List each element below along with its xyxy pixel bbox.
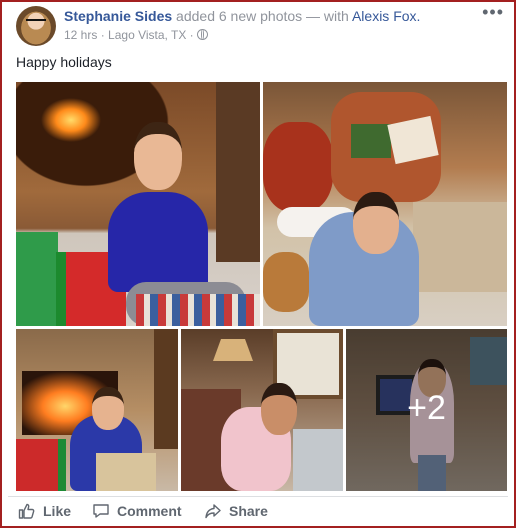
action-bar: Like Comment Share xyxy=(2,500,514,524)
more-photos-count: +2 xyxy=(407,389,446,427)
photo-1[interactable] xyxy=(16,82,260,326)
comment-label: Comment xyxy=(117,503,182,519)
thumbs-up-icon xyxy=(18,503,35,519)
photo-5-more[interactable]: +2 xyxy=(346,329,507,491)
share-button[interactable]: Share xyxy=(204,502,268,520)
comment-button[interactable]: Comment xyxy=(92,502,182,520)
share-icon xyxy=(205,504,221,519)
post-header: Stephanie Sides added 6 new photos — wit… xyxy=(64,8,420,24)
timestamp[interactable]: 12 hrs xyxy=(64,28,97,42)
comment-icon xyxy=(93,504,109,518)
like-label: Like xyxy=(43,503,72,519)
post-action-text: added 6 new photos — with xyxy=(176,8,349,24)
photo-4[interactable] xyxy=(181,329,343,491)
tagged-user-link[interactable]: Alexis Fox. xyxy=(352,8,420,24)
globe-icon[interactable] xyxy=(197,29,209,40)
more-dots-icon[interactable]: ••• xyxy=(482,2,504,23)
post-message: Happy holidays xyxy=(16,54,112,70)
divider xyxy=(8,496,508,497)
avatar-glasses xyxy=(26,19,46,26)
post-card: Stephanie Sides added 6 new photos — wit… xyxy=(0,0,516,528)
photo-2[interactable] xyxy=(263,82,507,326)
location-link[interactable]: Lago Vista, TX xyxy=(108,28,186,42)
avatar[interactable] xyxy=(16,6,56,46)
post-meta: 12 hrs · Lago Vista, TX · xyxy=(64,28,209,42)
author-link[interactable]: Stephanie Sides xyxy=(64,8,172,24)
share-label: Share xyxy=(229,503,268,519)
photo-3[interactable] xyxy=(16,329,178,491)
like-button[interactable]: Like xyxy=(18,502,71,520)
